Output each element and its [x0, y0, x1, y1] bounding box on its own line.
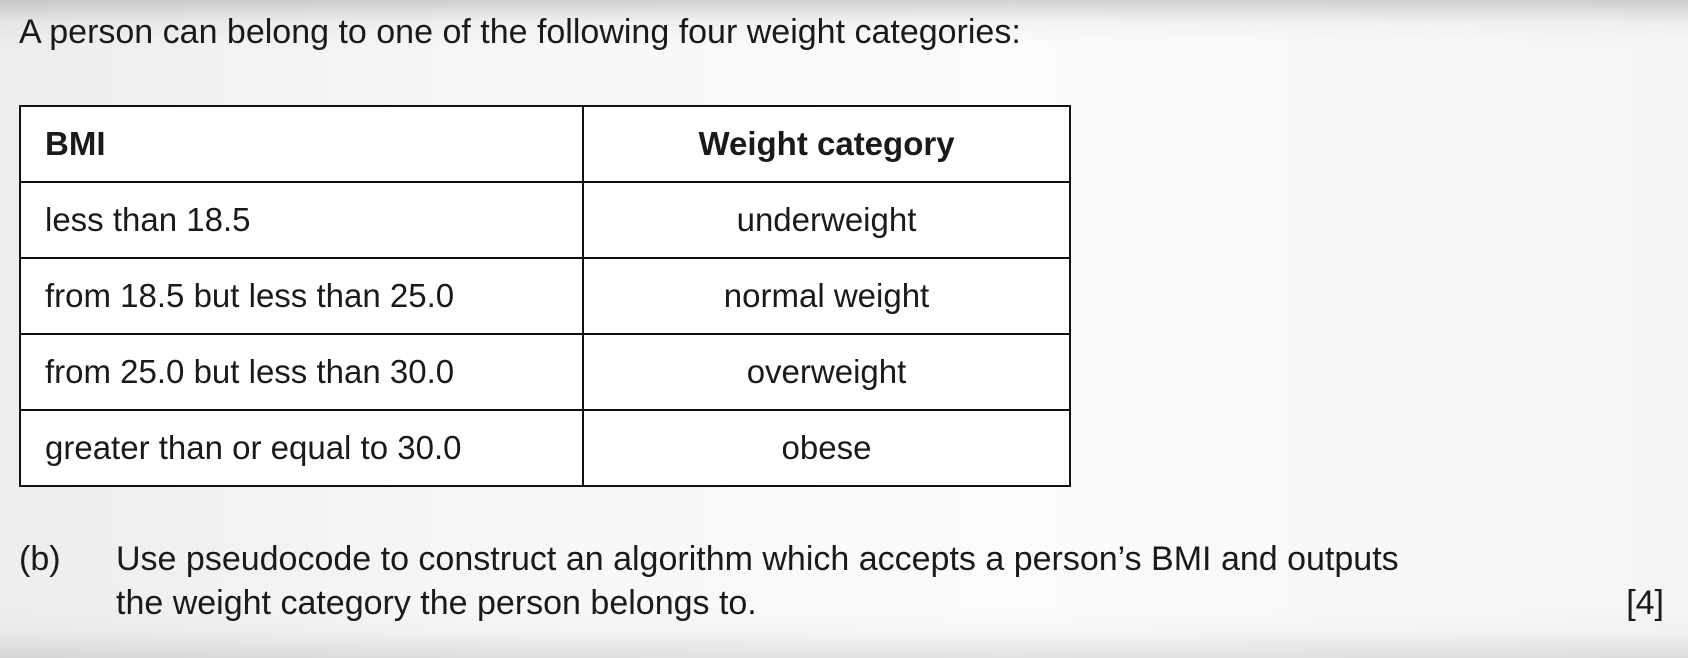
- question-text: Use pseudocode to construct an algorithm…: [116, 537, 1399, 625]
- cell-bmi: greater than or equal to 30.0: [19, 409, 584, 487]
- table-header-row: BMI Weight category: [19, 105, 1071, 183]
- header-weight-category: Weight category: [582, 105, 1071, 183]
- table-row: greater than or equal to 30.0 obese: [19, 409, 1071, 487]
- exam-page: A person can belong to one of the follow…: [0, 0, 1688, 658]
- table-row: from 18.5 but less than 25.0 normal weig…: [19, 257, 1071, 335]
- marks-indicator: [4]: [1626, 584, 1664, 622]
- cell-bmi: from 18.5 but less than 25.0: [19, 257, 584, 335]
- question-line-1: Use pseudocode to construct an algorithm…: [116, 540, 1399, 578]
- cell-category: underweight: [582, 181, 1071, 259]
- header-bmi: BMI: [19, 105, 584, 183]
- cell-category: normal weight: [582, 257, 1071, 335]
- cell-category: obese: [582, 409, 1071, 487]
- table-row: from 25.0 but less than 30.0 overweight: [19, 333, 1071, 411]
- table-row: less than 18.5 underweight: [19, 181, 1071, 259]
- cell-bmi: less than 18.5: [19, 181, 584, 259]
- question-line-2: the weight category the person belongs t…: [116, 584, 757, 622]
- cell-bmi: from 25.0 but less than 30.0: [19, 333, 584, 411]
- cell-category: overweight: [582, 333, 1071, 411]
- intro-text: A person can belong to one of the follow…: [19, 13, 1021, 51]
- bmi-weight-table: BMI Weight category less than 18.5 under…: [19, 105, 1071, 487]
- question-part-label: (b): [19, 540, 61, 578]
